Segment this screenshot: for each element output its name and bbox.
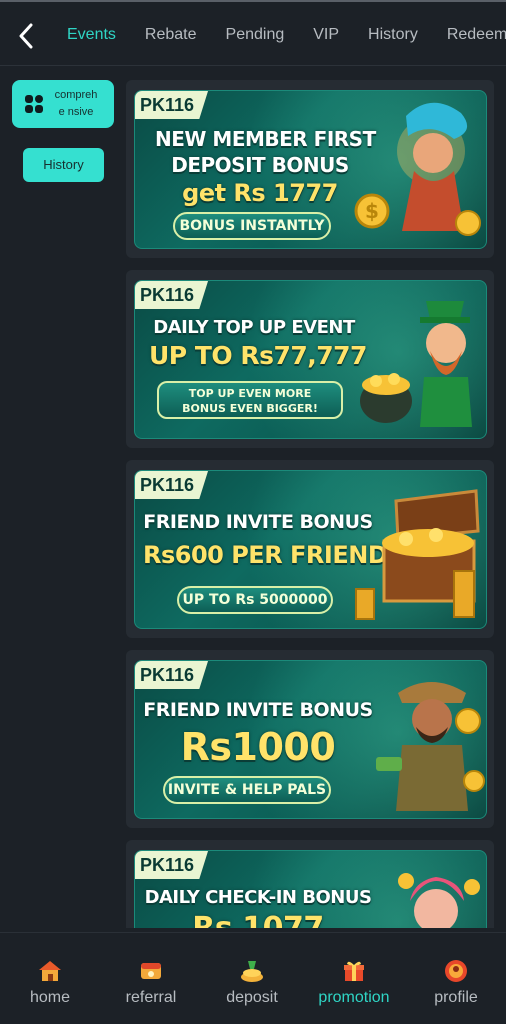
profile-icon [445, 960, 467, 982]
home-icon [39, 961, 61, 981]
nav-label: promotion [318, 989, 390, 1006]
banner-amount: UP TO Rs77,777 [149, 341, 367, 370]
banner-subtitle: DEPOSIT BONUS [171, 153, 349, 177]
promotion-banner[interactable]: PK116 FRIEND INVITE BONUS Rs1000 INVITE … [134, 660, 487, 819]
category-label: comprehe nsive [54, 89, 98, 118]
svg-text:$: $ [365, 199, 379, 223]
character-illustration [360, 301, 472, 427]
back-button[interactable] [10, 18, 42, 54]
nav-label: profile [434, 989, 478, 1006]
nav-promotion[interactable]: promotion [304, 957, 404, 1007]
nav-label: deposit [226, 989, 278, 1006]
tab-events[interactable]: Events [58, 2, 125, 65]
banner-amount: get Rs 1777 [182, 179, 338, 207]
category-comprehensive-button[interactable]: comprehe nsive [12, 80, 114, 128]
banner-pill: BONUS INSTANTLY [173, 212, 331, 240]
banner-title: NEW MEMBER FIRST [155, 127, 376, 151]
promotion-card[interactable]: PK116 NEW MEMBER FIRST DEPOSIT BONUS get… [126, 80, 494, 258]
tab-list: Events Rebate Pending VIP History Redeem [58, 2, 506, 65]
bottom-nav: home referral deposit promotion profile [0, 932, 506, 1024]
brand-logo: PK116 [135, 851, 209, 879]
tab-rebate[interactable]: Rebate [136, 2, 206, 65]
nav-deposit[interactable]: deposit [202, 957, 302, 1007]
promotion-banner[interactable]: PK116 DAILY TOP UP EVENT UP TO Rs77,777 … [134, 280, 487, 439]
brand-logo: PK116 [135, 661, 209, 689]
deposit-icon [241, 961, 263, 982]
banner-title: DAILY TOP UP EVENT [153, 317, 355, 338]
tab-redeem[interactable]: Redeem [438, 2, 506, 65]
character-illustration: $ [354, 102, 481, 236]
brand-logo: PK116 [135, 471, 209, 499]
banner-pill: TOP UP EVEN MORE BONUS EVEN BIGGER! [157, 381, 343, 419]
promotion-list[interactable]: PK116 NEW MEMBER FIRST DEPOSIT BONUS get… [126, 80, 494, 928]
tab-vip[interactable]: VIP [304, 2, 348, 65]
promotion-card[interactable]: PK116 FRIEND INVITE BONUS Rs600 PER FRIE… [126, 460, 494, 638]
history-button[interactable]: History [23, 148, 104, 182]
category-sidebar: comprehe nsive History [0, 66, 126, 932]
nav-referral[interactable]: referral [101, 957, 201, 1007]
pill-line: BONUS EVEN BIGGER! [182, 402, 318, 415]
nav-label: home [29, 989, 71, 1006]
gift-icon [344, 961, 364, 981]
grid-icon [25, 95, 43, 113]
promotion-card[interactable]: PK116 DAILY TOP UP EVENT UP TO Rs77,777 … [126, 270, 494, 448]
chevron-left-icon [19, 23, 33, 49]
treasure-chest-illustration [355, 489, 480, 620]
banner-pill: UP TO Rs 5000000 [177, 586, 333, 614]
tab-pending[interactable]: Pending [217, 2, 294, 65]
tab-history[interactable]: History [359, 2, 427, 65]
brand-logo: PK116 [135, 91, 209, 119]
brand-logo: PK116 [135, 281, 209, 309]
nav-profile[interactable]: profile [406, 957, 506, 1007]
banner-pill: INVITE & HELP PALS [163, 776, 331, 804]
pill-line: TOP UP EVEN MORE [188, 387, 312, 400]
referral-icon [141, 963, 161, 979]
promotion-banner[interactable]: PK116 NEW MEMBER FIRST DEPOSIT BONUS get… [134, 90, 487, 249]
character-illustration [398, 873, 480, 928]
nav-home[interactable]: home [0, 957, 100, 1007]
promotion-card[interactable]: PK116 DAILY CHECK-IN BONUS Rs 1077 [126, 840, 494, 928]
top-tab-bar: Events Rebate Pending VIP History Redeem [0, 0, 506, 66]
promotion-card[interactable]: PK116 FRIEND INVITE BONUS Rs1000 INVITE … [126, 650, 494, 828]
promotion-banner[interactable]: PK116 DAILY CHECK-IN BONUS Rs 1077 [134, 850, 487, 928]
character-illustration [376, 682, 485, 811]
promotion-banner[interactable]: PK116 FRIEND INVITE BONUS Rs600 PER FRIE… [134, 470, 487, 629]
nav-label: referral [125, 989, 177, 1006]
